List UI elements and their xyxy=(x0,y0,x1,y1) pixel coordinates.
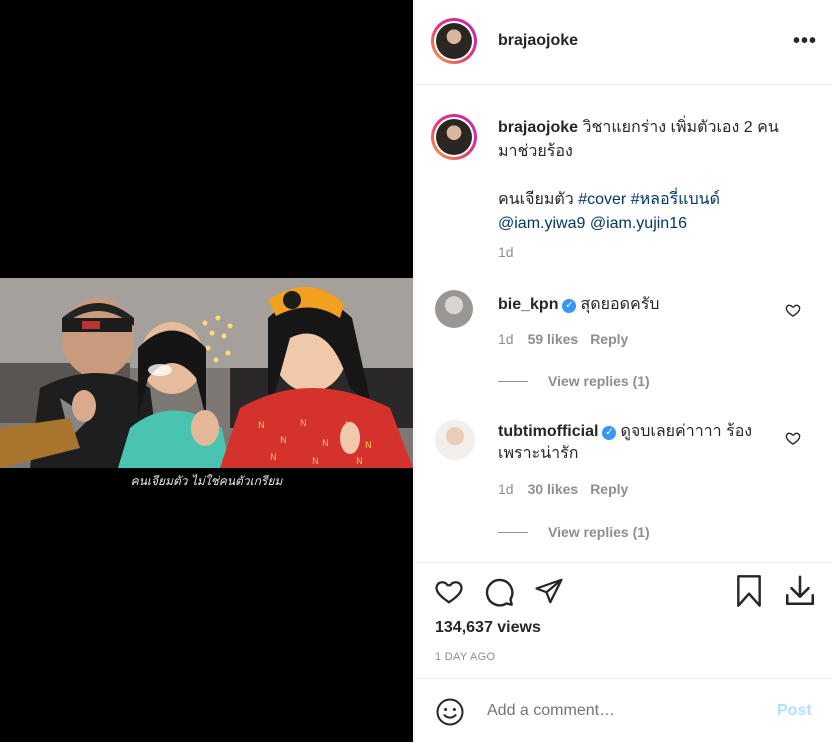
post-caption: brajaojoke วิชาแยกร่าง เพิ่มตัวเอง 2 คน … xyxy=(498,116,798,236)
svg-text:N: N xyxy=(365,441,372,451)
reply-button[interactable]: Reply xyxy=(590,481,628,497)
comment-avatar-tubtim[interactable] xyxy=(435,420,475,460)
mention-yiwa[interactable]: @iam.yiwa9 xyxy=(498,215,585,232)
caption-time: 1d xyxy=(498,244,514,260)
comment-2-meta: 1d 30 likes Reply xyxy=(498,481,640,497)
reply-button[interactable]: Reply xyxy=(590,331,628,347)
comment-username[interactable]: bie_kpn xyxy=(498,296,558,313)
svg-text:N: N xyxy=(300,419,307,429)
author-avatar[interactable] xyxy=(431,18,477,64)
post-age: 1 DAY AGO xyxy=(435,651,496,663)
views-count[interactable]: 134,637 views xyxy=(435,619,541,637)
video-subtitle: คนเจียมตัว ไม่ใช่คนตัวเกรียม xyxy=(130,474,283,488)
comment-time: 1d xyxy=(498,481,514,497)
caption-username[interactable]: brajaojoke xyxy=(498,119,578,136)
comment-likes[interactable]: 30 likes xyxy=(528,481,579,497)
svg-text:N: N xyxy=(356,457,363,467)
comment-input[interactable] xyxy=(485,690,749,732)
more-icon[interactable]: ••• xyxy=(793,30,817,53)
verified-icon: ✓ xyxy=(602,426,617,440)
view-replies-button[interactable]: View replies (1) xyxy=(548,524,650,540)
author-username[interactable]: brajaojoke xyxy=(498,32,578,50)
replies-divider xyxy=(498,532,528,533)
replies-divider xyxy=(498,381,528,382)
comment-1: bie_kpn ✓ สุดยอดครับ xyxy=(498,292,659,317)
caption-text-3: คนเจียมตัว xyxy=(498,191,574,208)
post-button[interactable]: Post xyxy=(777,702,812,720)
emoji-icon[interactable] xyxy=(435,697,465,727)
video-player[interactable]: NNN NNN NNN คนเจียมตัว ไม่ใช่คนตัวเกรียม xyxy=(0,0,413,742)
comment-avatar-bie[interactable] xyxy=(435,290,473,328)
heart-icon[interactable] xyxy=(785,430,801,446)
comment-username[interactable]: tubtimofficial xyxy=(498,423,598,440)
video-frame: NNN NNN NNN xyxy=(0,278,413,468)
caption-text-1: วิชาแยกร่าง เพิ่มตัวเอง 2 คน xyxy=(582,119,779,136)
heart-icon[interactable] xyxy=(785,302,801,318)
svg-text:N: N xyxy=(270,453,277,463)
view-replies-button[interactable]: View replies (1) xyxy=(548,373,650,389)
svg-text:N: N xyxy=(258,421,265,431)
verified-icon: ✓ xyxy=(562,299,577,313)
svg-text:N: N xyxy=(280,436,287,446)
caption-avatar[interactable] xyxy=(431,114,477,160)
comment-text: สุดยอดครับ xyxy=(580,296,660,313)
comment-text-cont: เพราะน่ารัก xyxy=(498,445,579,462)
comment-2: tubtimofficial ✓ ดูจบเลยค่าาาา ร้อง เพราะน… xyxy=(498,421,768,465)
comment-1-meta: 1d 59 likes Reply xyxy=(498,331,640,347)
mention-yujin[interactable]: @iam.yujin16 xyxy=(590,215,687,232)
comment-icon[interactable] xyxy=(483,576,515,608)
hashtag-band[interactable]: #หลอรี่แบนด์ xyxy=(631,191,720,208)
comment-likes[interactable]: 59 likes xyxy=(528,331,579,347)
share-icon[interactable] xyxy=(533,576,565,606)
video-frame-illustration: NNN NNN NNN xyxy=(0,278,413,468)
post-header: brajaojoke ••• xyxy=(415,0,832,85)
download-icon[interactable] xyxy=(783,574,817,608)
bookmark-icon[interactable] xyxy=(735,575,763,607)
hashtag-cover[interactable]: #cover xyxy=(578,191,626,208)
svg-text:N: N xyxy=(322,439,329,449)
comment-text: ดูจบเลยค่าาาา ร้อง xyxy=(620,423,753,440)
svg-text:N: N xyxy=(312,457,319,467)
comment-time: 1d xyxy=(498,331,514,347)
post-panel: brajaojoke ••• brajaojoke วิชาแยกร่าง เพ… xyxy=(414,0,832,742)
caption-text-2: มาช่วยร้อง xyxy=(498,143,573,160)
heart-icon[interactable] xyxy=(433,576,465,606)
